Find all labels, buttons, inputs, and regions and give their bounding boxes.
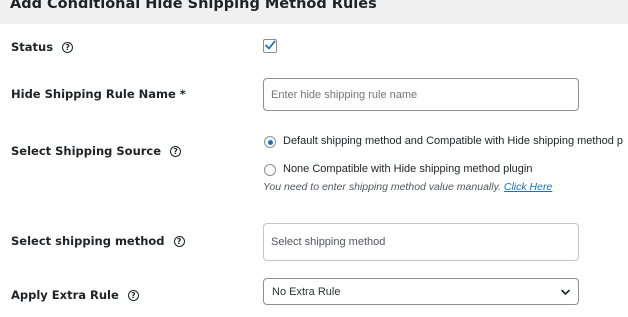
shipping-method-select[interactable]: Select shipping method xyxy=(263,223,579,261)
click-here-link[interactable]: Click Here xyxy=(504,181,552,193)
help-circle-icon[interactable] xyxy=(170,145,182,157)
extra-rule-row-label: Apply Extra Rule xyxy=(11,288,139,302)
page-title: Add Conditional Hide Shipping Method Rul… xyxy=(10,0,377,12)
help-circle-icon[interactable] xyxy=(127,289,139,301)
shipping-source-row-label: Select Shipping Source xyxy=(11,144,182,158)
status-row-label: Status xyxy=(11,40,74,54)
checkmark-icon xyxy=(265,40,276,50)
chevron-down-icon xyxy=(561,289,570,295)
radio-none-compatible-label[interactable]: None Compatible with Hide shipping metho… xyxy=(283,163,532,175)
help-circle-icon[interactable] xyxy=(173,235,185,247)
form-header: Add Conditional Hide Shipping Method Rul… xyxy=(0,0,628,24)
rule-name-label: Hide Shipping Rule Name * xyxy=(11,87,186,101)
radio-default-shipping[interactable] xyxy=(264,136,276,148)
rule-name-input[interactable] xyxy=(263,78,579,111)
extra-rule-selected: No Extra Rule xyxy=(272,285,341,298)
shipping-method-row-label: Select shipping method xyxy=(11,234,185,248)
manual-entry-note: You need to enter shipping method value … xyxy=(263,181,552,193)
rule-name-row-label: Hide Shipping Rule Name * xyxy=(11,87,186,101)
help-circle-icon[interactable] xyxy=(62,41,74,53)
shipping-method-placeholder: Select shipping method xyxy=(271,236,386,248)
status-label: Status xyxy=(11,40,54,54)
note-text: You need to enter shipping method value … xyxy=(263,181,501,193)
extra-rule-label: Apply Extra Rule xyxy=(11,288,119,302)
shipping-source-label: Select Shipping Source xyxy=(11,144,162,158)
shipping-method-label: Select shipping method xyxy=(11,234,165,248)
extra-rule-select[interactable]: No Extra Rule xyxy=(263,278,579,305)
radio-default-shipping-label[interactable]: Default shipping method and Compatible w… xyxy=(283,135,623,147)
radio-none-compatible[interactable] xyxy=(264,164,276,176)
status-checkbox[interactable] xyxy=(263,39,277,53)
